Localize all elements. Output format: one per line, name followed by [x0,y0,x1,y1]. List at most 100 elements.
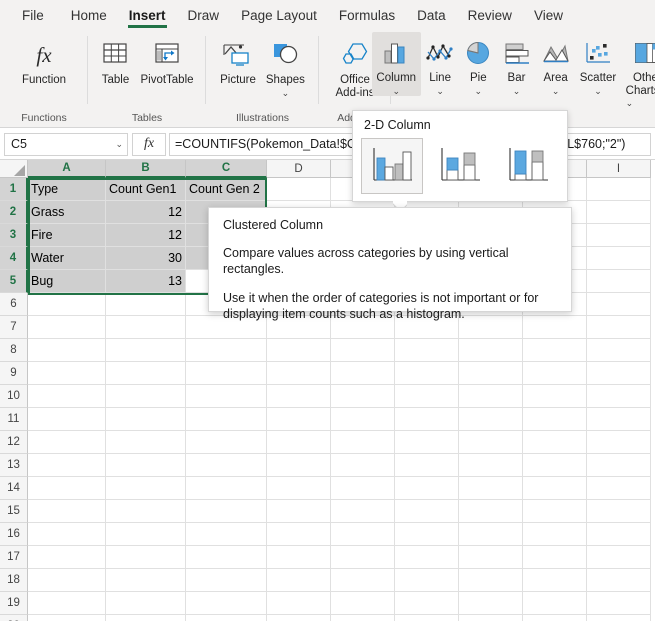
cell-H11[interactable] [523,408,587,431]
gallery-item-clustered-column[interactable] [361,138,423,194]
cell-E15[interactable] [331,500,395,523]
row-header-17[interactable]: 17 [0,546,28,569]
cell-I17[interactable] [587,546,651,569]
cell-B17[interactable] [106,546,186,569]
chart-other-button[interactable]: Other Charts ⌄ [621,32,655,110]
cell-G15[interactable] [459,500,523,523]
cell-A7[interactable] [28,316,106,339]
cell-I13[interactable] [587,454,651,477]
cell-B16[interactable] [106,523,186,546]
cell-G17[interactable] [459,546,523,569]
cell-E11[interactable] [331,408,395,431]
row-header-20[interactable]: 20 [0,615,28,621]
cell-I18[interactable] [587,569,651,592]
cell-H18[interactable] [523,569,587,592]
cell-A16[interactable] [28,523,106,546]
chevron-down-icon[interactable]: ⌄ [475,86,483,96]
cell-A10[interactable] [28,385,106,408]
row-header-1[interactable]: 1 [0,178,28,201]
cell-H19[interactable] [523,592,587,615]
cell-A20[interactable] [28,615,106,621]
cell-G9[interactable] [459,362,523,385]
cell-G19[interactable] [459,592,523,615]
cell-E17[interactable] [331,546,395,569]
chevron-down-icon[interactable]: ⌄ [552,86,560,96]
column-header-C[interactable]: C [186,160,267,178]
cell-C17[interactable] [186,546,267,569]
cell-D17[interactable] [267,546,331,569]
cell-E12[interactable] [331,431,395,454]
ribbon-tab-data[interactable]: Data [406,0,457,30]
cell-A4[interactable]: Water [28,247,106,270]
row-header-10[interactable]: 10 [0,385,28,408]
cell-I5[interactable] [587,270,651,293]
row-header-14[interactable]: 14 [0,477,28,500]
cell-A5[interactable]: Bug [28,270,106,293]
row-header-15[interactable]: 15 [0,500,28,523]
cell-F20[interactable] [395,615,459,621]
insert-pivottable-button[interactable]: PivotTable [135,34,198,87]
cell-I15[interactable] [587,500,651,523]
ribbon-tab-home[interactable]: Home [60,0,118,30]
cell-G14[interactable] [459,477,523,500]
cell-C12[interactable] [186,431,267,454]
column-header-I[interactable]: I [587,160,651,178]
insert-shapes-button[interactable]: Shapes ⌄ [261,34,310,98]
cell-I1[interactable] [587,178,651,201]
cell-I12[interactable] [587,431,651,454]
cell-H12[interactable] [523,431,587,454]
cell-C16[interactable] [186,523,267,546]
cell-I16[interactable] [587,523,651,546]
cell-I6[interactable] [587,293,651,316]
row-header-4[interactable]: 4 [0,247,28,270]
cell-D11[interactable] [267,408,331,431]
cell-B4[interactable]: 30 [106,247,186,270]
cell-D14[interactable] [267,477,331,500]
cell-D1[interactable] [267,178,331,201]
cell-A14[interactable] [28,477,106,500]
cell-D15[interactable] [267,500,331,523]
cell-I3[interactable] [587,224,651,247]
row-header-16[interactable]: 16 [0,523,28,546]
row-header-9[interactable]: 9 [0,362,28,385]
cell-C8[interactable] [186,339,267,362]
cell-F12[interactable] [395,431,459,454]
cell-G10[interactable] [459,385,523,408]
cell-B2[interactable]: 12 [106,201,186,224]
cell-B14[interactable] [106,477,186,500]
ribbon-tab-draw[interactable]: Draw [177,0,231,30]
row-header-6[interactable]: 6 [0,293,28,316]
chevron-down-icon[interactable]: ⌄ [594,86,602,96]
cell-A6[interactable] [28,293,106,316]
cell-C9[interactable] [186,362,267,385]
cell-H16[interactable] [523,523,587,546]
cell-B20[interactable] [106,615,186,621]
ribbon-tab-insert[interactable]: Insert [118,0,177,30]
cell-G18[interactable] [459,569,523,592]
cell-B3[interactable]: 12 [106,224,186,247]
chevron-down-icon[interactable]: ⌄ [392,86,400,96]
ribbon-tab-review[interactable]: Review [457,0,523,30]
row-header-13[interactable]: 13 [0,454,28,477]
cell-E19[interactable] [331,592,395,615]
chevron-down-icon[interactable]: ⌄ [513,86,521,96]
chart-area-button[interactable]: Area ⌄ [536,32,575,96]
cell-A15[interactable] [28,500,106,523]
gallery-item-100-stacked-column[interactable] [497,138,559,194]
cell-D16[interactable] [267,523,331,546]
ribbon-tab-file[interactable]: File [0,0,60,30]
cell-B12[interactable] [106,431,186,454]
cell-I7[interactable] [587,316,651,339]
cell-D8[interactable] [267,339,331,362]
cell-A3[interactable]: Fire [28,224,106,247]
cell-I11[interactable] [587,408,651,431]
cell-C11[interactable] [186,408,267,431]
cell-H13[interactable] [523,454,587,477]
cell-I8[interactable] [587,339,651,362]
cell-F19[interactable] [395,592,459,615]
cell-I4[interactable] [587,247,651,270]
cell-F13[interactable] [395,454,459,477]
cell-E18[interactable] [331,569,395,592]
chevron-down-icon[interactable]: ⌄ [436,86,444,96]
cell-H17[interactable] [523,546,587,569]
